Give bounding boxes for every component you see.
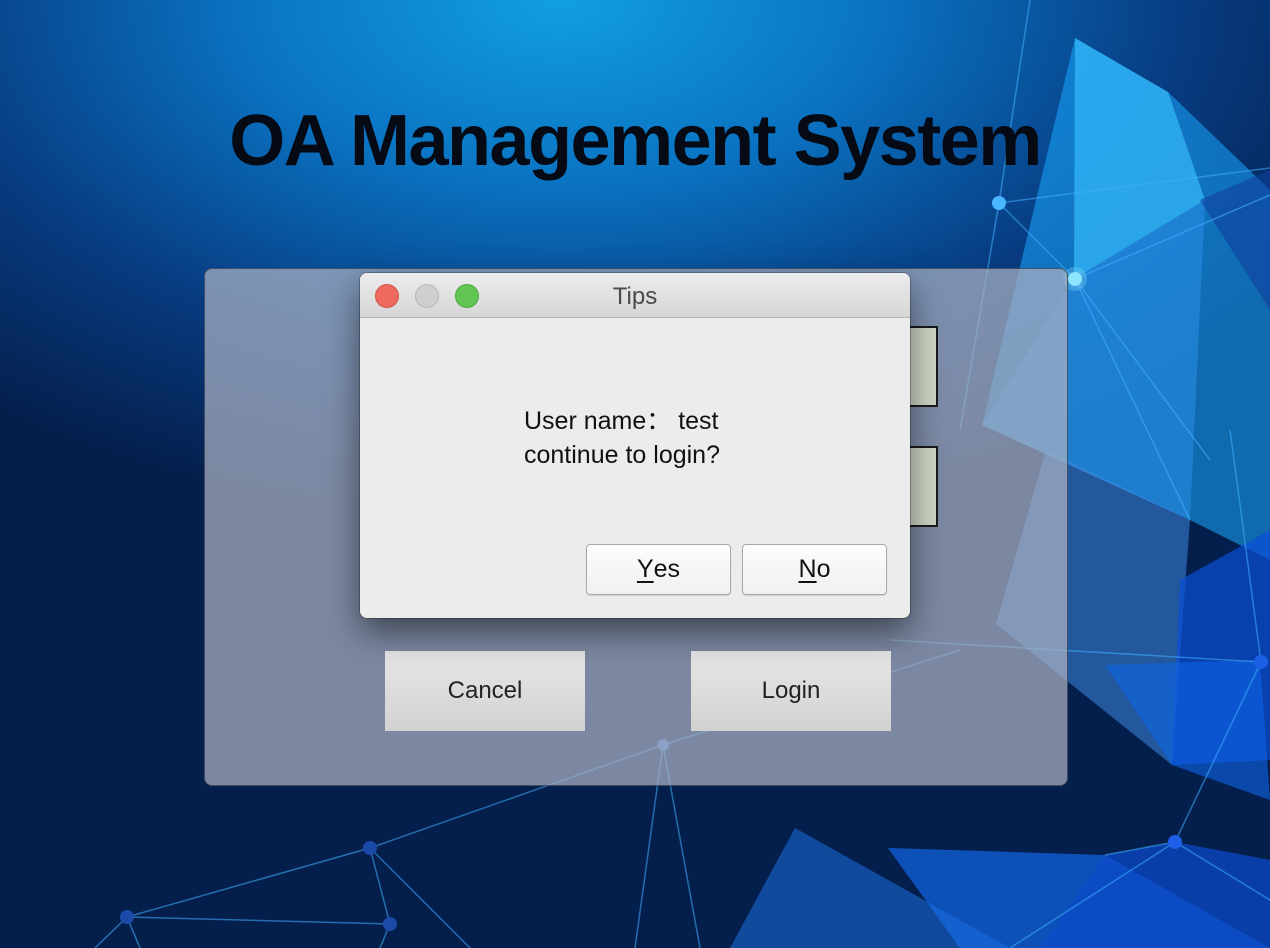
- message-username-line: User name： test: [524, 407, 719, 435]
- no-button[interactable]: No: [742, 544, 887, 595]
- dialog-title: Tips: [612, 283, 658, 310]
- dialog-titlebar[interactable]: Tips: [360, 273, 910, 318]
- confirm-dialog: Tips User name： test continue to login? …: [360, 273, 910, 618]
- app-title: OA Management System: [229, 101, 1042, 181]
- cancel-button[interactable]: Cancel: [385, 651, 585, 731]
- login-button[interactable]: Login: [691, 651, 891, 731]
- dialog-message: User name： test continue to login?: [524, 404, 720, 472]
- no-mnemonic: N: [798, 555, 817, 583]
- yes-mnemonic: Y: [636, 555, 654, 583]
- yes-label-rest: es: [653, 555, 681, 583]
- message-question-line: continue to login?: [524, 441, 720, 469]
- login-window: OA Management System er Cancel Login Tip…: [0, 0, 1270, 948]
- yes-button[interactable]: Yes: [586, 544, 731, 595]
- no-label-rest: o: [816, 555, 831, 583]
